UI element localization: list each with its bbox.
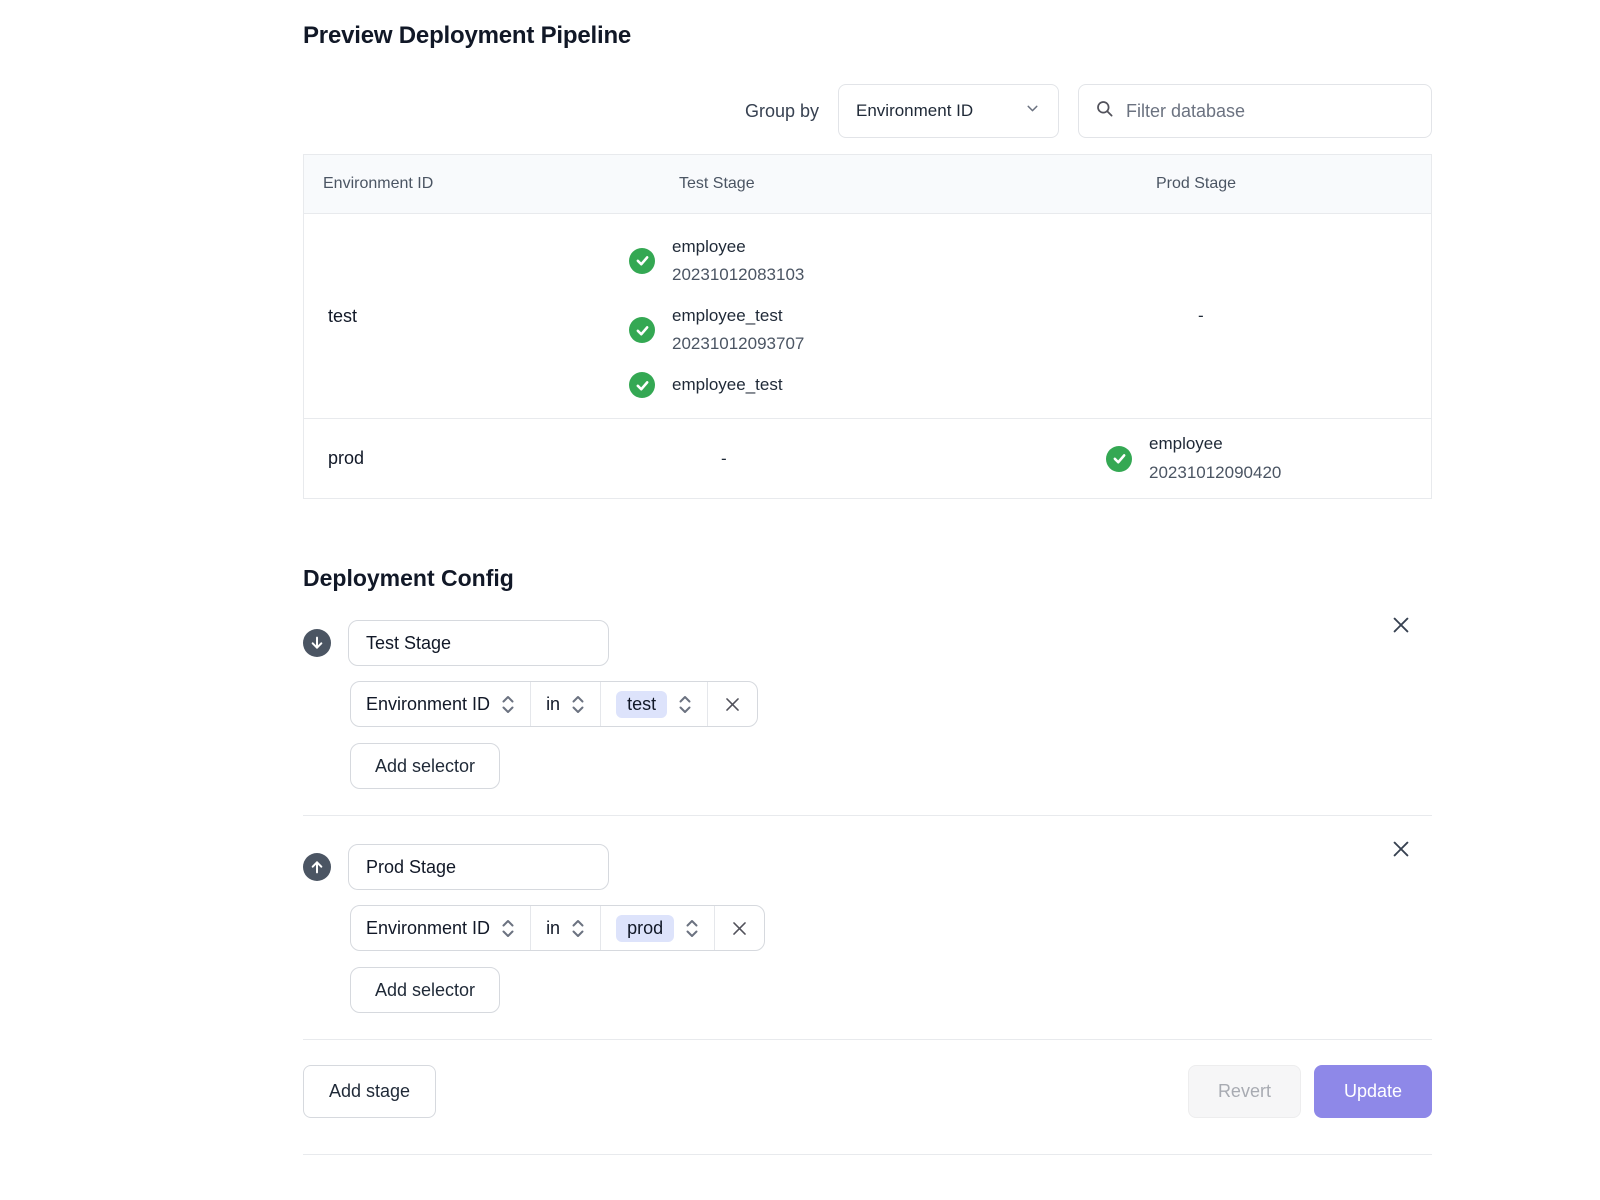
revert-button[interactable]: Revert	[1188, 1065, 1301, 1118]
environment-id-cell: test	[304, 306, 629, 327]
selector-key-select[interactable]: Environment ID	[351, 682, 531, 726]
table-header-row: Environment ID Test Stage Prod Stage	[304, 155, 1431, 213]
selector-value-select[interactable]: test	[601, 682, 708, 726]
selector-row: Environment ID in test	[350, 681, 758, 727]
success-check-icon	[629, 372, 655, 398]
column-header-environment-id: Environment ID	[304, 175, 629, 193]
column-header-prod-stage: Prod Stage	[1106, 175, 1431, 193]
prod-stage-cell: employee 20231012090420	[1106, 430, 1431, 486]
table-row-prod: prod - employee 20231012090420	[304, 418, 1431, 498]
update-button[interactable]: Update	[1314, 1065, 1432, 1118]
pipeline-table: Environment ID Test Stage Prod Stage tes…	[303, 154, 1432, 499]
success-check-icon	[1106, 446, 1132, 472]
database-entry: employee_test	[629, 371, 1106, 399]
prod-stage-empty-cell: -	[1106, 306, 1431, 326]
selector-value-tag: test	[616, 691, 667, 718]
bottom-divider	[303, 1154, 1432, 1155]
config-footer: Add stage Revert Update	[303, 1039, 1432, 1154]
selector-operator-select[interactable]: in	[531, 682, 601, 726]
pipeline-toolbar: Group by Environment ID	[303, 84, 1432, 138]
group-by-selected-value: Environment ID	[856, 101, 973, 121]
database-version: 20231012093707	[672, 330, 804, 358]
filter-database-input[interactable]	[1126, 101, 1415, 122]
database-name: employee	[1149, 430, 1281, 458]
page-title: Preview Deployment Pipeline	[303, 22, 1432, 50]
config-stage-prod: Environment ID in prod Add selector	[303, 815, 1432, 1039]
selector-value-select[interactable]: prod	[601, 906, 715, 950]
main-content: Preview Deployment Pipeline Group by Env…	[303, 0, 1432, 1155]
config-stage-test: Environment ID in test Add selector	[303, 592, 1432, 815]
close-icon	[730, 919, 749, 938]
environment-id-cell: prod	[304, 448, 629, 469]
selector-row: Environment ID in prod	[350, 905, 765, 951]
up-down-chevrons-icon	[685, 919, 699, 938]
selector-key-value: Environment ID	[366, 918, 490, 939]
remove-selector-button[interactable]	[708, 682, 757, 726]
database-version: 20231012090420	[1149, 459, 1281, 487]
selector-operator-select[interactable]: in	[531, 906, 601, 950]
selector-key-value: Environment ID	[366, 694, 490, 715]
success-check-icon	[629, 317, 655, 343]
add-selector-button[interactable]: Add selector	[350, 743, 500, 789]
database-entry: employee_test 20231012093707	[629, 302, 1106, 358]
stage-header	[303, 620, 1432, 666]
database-entry: employee 20231012090420	[1106, 430, 1431, 486]
database-name: employee_test	[672, 371, 783, 399]
up-down-chevrons-icon	[571, 695, 585, 714]
arrow-up-circle-icon	[303, 853, 331, 881]
database-name: employee	[672, 233, 804, 261]
database-version: 20231012083103	[672, 261, 804, 289]
group-by-label: Group by	[745, 101, 819, 122]
footer-actions: Revert Update	[1188, 1065, 1432, 1118]
stage-header	[303, 844, 1432, 890]
add-stage-button[interactable]: Add stage	[303, 1065, 436, 1118]
database-name: employee_test	[672, 302, 804, 330]
deployment-config-title: Deployment Config	[303, 565, 1432, 592]
group-by-select[interactable]: Environment ID	[838, 84, 1059, 138]
up-down-chevrons-icon	[501, 695, 515, 714]
remove-stage-button[interactable]	[1388, 836, 1414, 862]
database-entry: employee 20231012083103	[629, 233, 1106, 289]
column-header-test-stage: Test Stage	[629, 175, 1106, 193]
up-down-chevrons-icon	[571, 919, 585, 938]
close-icon	[723, 695, 742, 714]
up-down-chevrons-icon	[678, 695, 692, 714]
arrow-down-circle-icon	[303, 629, 331, 657]
selector-key-select[interactable]: Environment ID	[351, 906, 531, 950]
test-stage-empty-cell: -	[629, 449, 1106, 469]
chevron-down-icon	[1024, 100, 1041, 122]
selector-operator-value: in	[546, 918, 560, 939]
up-down-chevrons-icon	[501, 919, 515, 938]
selector-operator-value: in	[546, 694, 560, 715]
add-selector-button[interactable]: Add selector	[350, 967, 500, 1013]
success-check-icon	[629, 248, 655, 274]
remove-stage-button[interactable]	[1388, 612, 1414, 638]
search-icon	[1095, 99, 1114, 123]
stage-name-input[interactable]	[348, 620, 609, 666]
selector-value-tag: prod	[616, 915, 674, 942]
filter-database-box	[1078, 84, 1432, 138]
stage-name-input[interactable]	[348, 844, 609, 890]
table-row-test: test employee 20231012083103	[304, 213, 1431, 418]
test-stage-cell: employee 20231012083103 employee_test 20…	[629, 233, 1106, 399]
remove-selector-button[interactable]	[715, 906, 764, 950]
